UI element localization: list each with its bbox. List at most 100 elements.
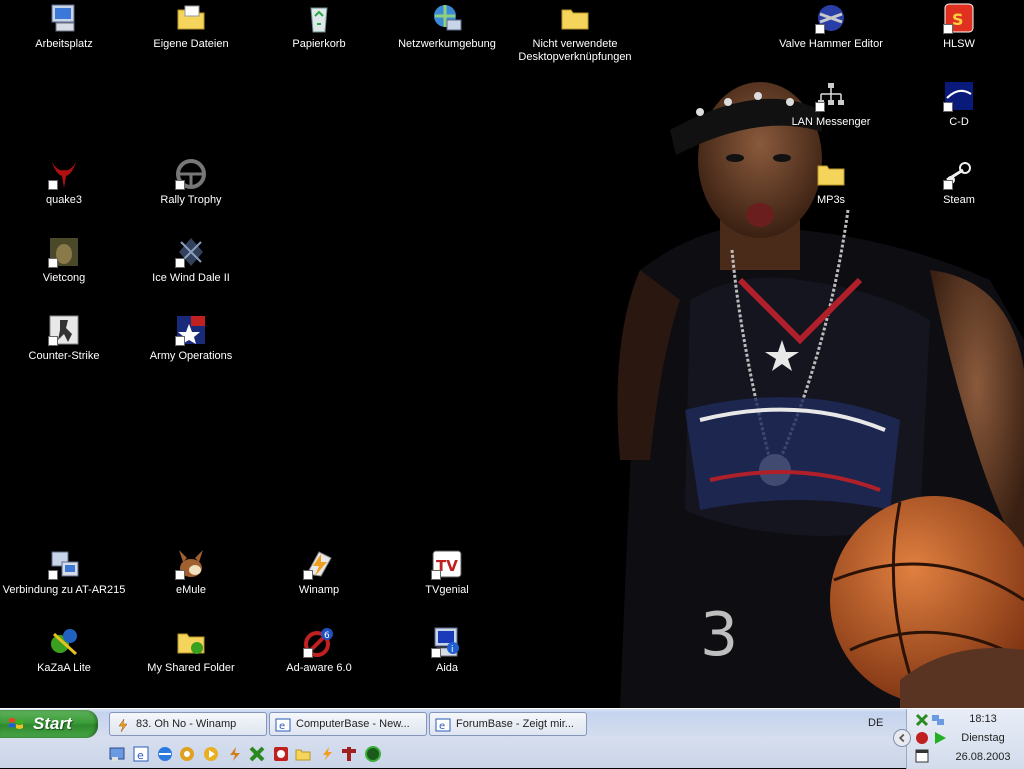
ie-blue-icon[interactable]: [156, 745, 174, 763]
army-operations-icon: [175, 314, 207, 346]
desktop-icon-dialup-connection[interactable]: Verbindung zu AT-AR215: [1, 548, 127, 597]
start-label: Start: [33, 714, 72, 733]
desktop-icon-eigene-dateien[interactable]: Eigene Dateien: [128, 2, 254, 51]
start-button[interactable]: Start: [0, 710, 98, 738]
desktop-icon-aida[interactable]: i Aida: [384, 626, 510, 675]
my-computer-icon: [48, 2, 80, 34]
desktop-icon-unused-shortcuts[interactable]: Nicht verwendete Desktopverknüpfungen: [512, 2, 638, 64]
tvgenial-icon: TV: [431, 548, 463, 580]
vietcong-icon: [48, 236, 80, 268]
desktop-icon-c-d[interactable]: C-D: [896, 80, 1022, 129]
app-red-icon[interactable]: [272, 745, 290, 763]
svg-text:e: e: [439, 721, 445, 732]
clock-time[interactable]: 18:13: [947, 713, 1019, 725]
icon-label: Papierkorb: [292, 38, 346, 50]
recycle-bin-icon: [303, 2, 335, 34]
desktop-icon-valve-hammer-editor[interactable]: Valve Hammer Editor: [768, 2, 894, 51]
desktop-icon-icewind-dale-2[interactable]: Ice Wind Dale II: [128, 236, 254, 285]
icon-label: Army Operations: [149, 350, 233, 362]
desktop-icon-my-shared-folder[interactable]: My Shared Folder: [128, 626, 254, 675]
svg-text:6: 6: [324, 631, 330, 641]
taskbar: Start 83. Oh No - Winamp e ComputerBase …: [0, 708, 1024, 769]
emule-icon: [175, 548, 207, 580]
hlsw-tray-icon[interactable]: [915, 731, 929, 745]
desktop-icon-quake3[interactable]: quake3: [1, 158, 127, 207]
language-indicator[interactable]: DE: [868, 717, 883, 729]
svg-text:3: 3: [700, 600, 738, 670]
icon-label: Eigene Dateien: [153, 38, 229, 50]
play-tray-icon[interactable]: [933, 731, 947, 745]
desktop: 3 Arbeitsplatz Eigene Dateien Papierkorb…: [0, 0, 1024, 708]
hlsw-icon: S: [943, 2, 975, 34]
desktop-icon-mp3s[interactable]: MP3s: [768, 158, 894, 207]
icon-label: HLSW: [943, 38, 975, 50]
folder-icon[interactable]: [294, 745, 312, 763]
taskbar-button-computerbase[interactable]: e ComputerBase - New...: [269, 712, 427, 736]
settings-icon[interactable]: [178, 745, 196, 763]
icon-label: TVgenial: [425, 584, 469, 596]
desktop-icon-army-operations[interactable]: Army Operations: [128, 314, 254, 363]
desktop-icon-counter-strike[interactable]: Counter-Strike: [1, 314, 127, 363]
icon-label: KaZaA Lite: [37, 662, 91, 674]
desktop-icon-netzwerkumgebung[interactable]: Netzwerkumgebung: [384, 2, 510, 51]
wallpaper-image: 3: [617, 82, 1024, 708]
hammer-icon[interactable]: [340, 745, 358, 763]
svg-text:S: S: [952, 10, 964, 29]
icon-label: C-D: [949, 116, 969, 128]
icon-label: Ice Wind Dale II: [152, 272, 230, 284]
svg-text:i: i: [451, 645, 454, 655]
counter-strike-icon: [48, 314, 80, 346]
desktop-icon-papierkorb[interactable]: Papierkorb: [256, 2, 382, 51]
desktop-icon-tvgenial[interactable]: TV TVgenial: [384, 548, 510, 597]
winamp-icon: [303, 548, 335, 580]
ie-icon[interactable]: e: [132, 745, 150, 763]
icon-label: My Shared Folder: [147, 662, 235, 674]
ie-icon: e: [435, 718, 451, 732]
svg-text:e: e: [137, 749, 144, 762]
task-label: ForumBase - Zeigt mir...: [456, 718, 574, 730]
desktop-icon-kazaa-lite[interactable]: KaZaA Lite: [1, 626, 127, 675]
taskbar-button-winamp[interactable]: 83. Oh No - Winamp: [109, 712, 267, 736]
windows-logo-icon: [9, 718, 23, 729]
winamp-icon: [118, 718, 128, 733]
adaware-icon: 6: [303, 626, 335, 658]
desktop-icon-steam[interactable]: Steam: [896, 158, 1022, 207]
desktop-icon-vietcong[interactable]: Vietcong: [1, 236, 127, 285]
desktop-icon-lan-messenger[interactable]: LAN Messenger: [768, 80, 894, 129]
calendar-tray-icon[interactable]: [915, 749, 929, 763]
aida-icon: i: [431, 626, 463, 658]
steam-icon: [943, 158, 975, 190]
taskbar-button-forumbase[interactable]: e ForumBase - Zeigt mir...: [429, 712, 587, 736]
winamp-bolt-icon[interactable]: [318, 745, 336, 763]
icon-label: quake3: [45, 194, 83, 206]
green-circle-icon[interactable]: [364, 745, 382, 763]
media-player-icon[interactable]: [202, 745, 220, 763]
folder-icon: [559, 2, 591, 34]
winamp-icon[interactable]: [226, 745, 244, 763]
desktop-icon-rally-trophy[interactable]: Rally Trophy: [128, 158, 254, 207]
desktop-icon-hlsw[interactable]: S HLSW: [896, 2, 1022, 51]
icon-label: MP3s: [816, 194, 846, 206]
icon-label: Aida: [435, 662, 459, 674]
lan-messenger-icon: [815, 80, 847, 112]
tray-expand-button[interactable]: [893, 729, 911, 747]
ie-icon: e: [275, 718, 291, 732]
folder-icon: [175, 2, 207, 34]
desktop-icon-emule[interactable]: eMule: [128, 548, 254, 597]
icon-label: Vietcong: [42, 272, 86, 284]
desktop-icon-winamp[interactable]: Winamp: [256, 548, 382, 597]
icon-label: Netzwerkumgebung: [398, 38, 496, 50]
icon-label: Nicht verwendete Desktopverknüpfungen: [518, 38, 632, 63]
kazaa-icon[interactable]: [248, 745, 266, 763]
desktop-icon-ad-aware[interactable]: 6 Ad-aware 6.0: [256, 626, 382, 675]
network-icon: [431, 2, 463, 34]
icon-label: Counter-Strike: [28, 350, 100, 362]
steering-wheel-icon: [175, 158, 207, 190]
desktop-icon-arbeitsplatz[interactable]: Arbeitsplatz: [1, 2, 127, 51]
clock-date: 26.08.2003: [955, 751, 1011, 763]
network-tray-icon[interactable]: [931, 713, 945, 727]
kazaa-tray-icon[interactable]: [915, 713, 929, 727]
icon-label: LAN Messenger: [791, 116, 871, 128]
show-desktop-icon[interactable]: [108, 745, 126, 763]
icon-label: Ad-aware 6.0: [286, 662, 352, 674]
